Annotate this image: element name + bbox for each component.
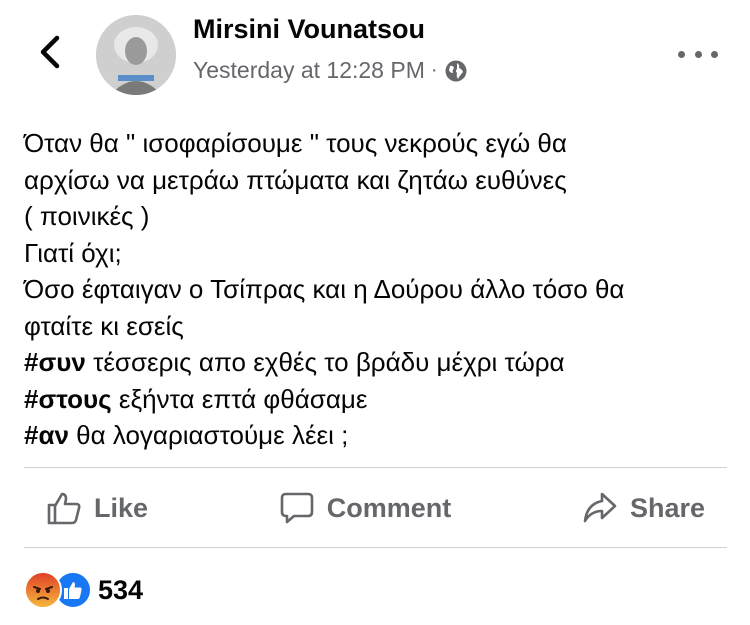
post-line: Γιατί όχι; [24, 235, 724, 272]
post-line-text: φταίτε κι εσείς [24, 310, 184, 341]
timestamp[interactable]: Yesterday at 12:28 PM [193, 57, 425, 84]
post-line: ( ποινικές ) [24, 198, 724, 235]
post-line: #συν τέσσερις απο εχθές το βράδυ μέχρι τ… [24, 344, 724, 381]
post-line-text: Γιατί όχι; [24, 237, 122, 268]
comment-icon [280, 492, 314, 524]
post-line-text: ( ποινικές ) [24, 201, 150, 231]
post-line-text: Όταν θα " ισοφαρίσουμε " τους νεκρούς εγ… [24, 128, 567, 158]
reaction-count: 534 [98, 574, 144, 605]
separator: · [430, 59, 438, 81]
angry-reaction-icon [24, 571, 62, 609]
author-name[interactable]: Mirsini Vounatsou [193, 14, 425, 45]
reaction-icons [24, 571, 92, 609]
share-button[interactable]: Share [560, 490, 727, 526]
comment-button[interactable]: Comment [257, 490, 474, 526]
like-label: Like [94, 492, 149, 523]
reaction-summary[interactable]: 534 [24, 570, 143, 610]
post-line: αρχίσω να μετράω πτώματα και ζητάω ευθύν… [24, 162, 724, 199]
more-dot [711, 50, 718, 58]
thumbs-up-icon [47, 492, 81, 525]
divider [24, 547, 727, 548]
hashtag-link[interactable]: #στους [24, 384, 112, 414]
post-line: φταίτε κι εσείς [24, 308, 724, 345]
share-icon [583, 492, 617, 523]
back-button[interactable] [30, 32, 70, 72]
post-line-text: τέσσερις απο εχθές το βράδυ μέχρι τώρα [85, 347, 565, 377]
share-label: Share [629, 492, 705, 523]
hashtag-link[interactable]: #συν [24, 347, 86, 377]
post-line-text: εξήντα επτά φθάσαμε [111, 383, 368, 414]
like-button[interactable]: Like [24, 490, 170, 526]
avatar[interactable] [96, 15, 176, 95]
action-bar: Like Comment Share [24, 469, 727, 547]
post-line-text: θα λογαριαστούμε λέει ; [68, 420, 349, 450]
post-line-text: Όσο έφταιγαν ο Τσίπρας και η Δούρου άλλο… [24, 274, 625, 304]
divider [24, 467, 727, 468]
post-line: #αν θα λογαριαστούμε λέει ; [24, 417, 724, 454]
post-line: Όσο έφταιγαν ο Τσίπρας και η Δούρου άλλο… [24, 271, 724, 308]
post-meta: Yesterday at 12:28 PM · [193, 57, 468, 84]
more-dot [694, 50, 702, 58]
post-line: #στους εξήντα επτά φθάσαμε [24, 381, 724, 418]
hashtag-link[interactable]: #αν [24, 420, 69, 450]
avatar-image [96, 15, 176, 95]
chevron-left-icon [40, 35, 60, 69]
globe-icon[interactable] [444, 59, 468, 83]
post-line-text: αρχίσω να μετράω πτώματα και ζητάω ευθύν… [24, 164, 567, 195]
more-options-button[interactable] [678, 44, 718, 64]
comment-label: Comment [326, 492, 452, 523]
more-dot [678, 50, 685, 58]
post-line: Όταν θα " ισοφαρίσουμε " τους νεκρούς εγ… [24, 125, 724, 162]
post-text: Όταν θα " ισοφαρίσουμε " τους νεκρούς εγ… [24, 125, 724, 454]
